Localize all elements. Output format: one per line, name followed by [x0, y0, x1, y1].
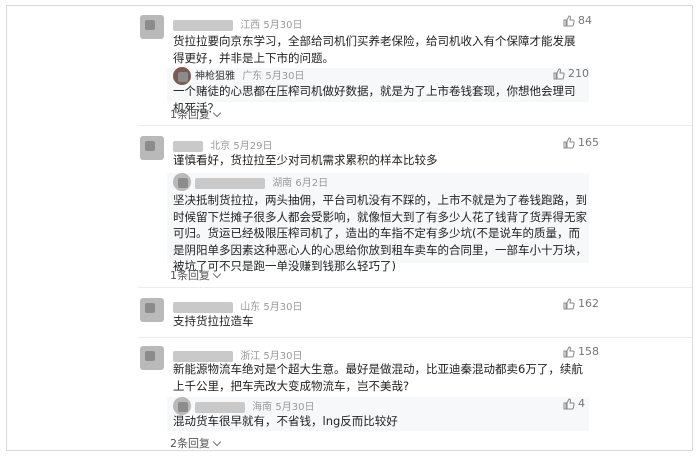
thumbs-up-icon: [563, 345, 575, 357]
divider: [138, 125, 692, 126]
reply-count: 1条回复: [170, 269, 210, 282]
like-count: 158: [578, 345, 599, 358]
comment-meta: x 浙江 5月30日: [173, 347, 302, 362]
date: 5月30日: [263, 20, 303, 31]
chevron-down-icon: [212, 108, 222, 118]
divider: [138, 287, 692, 288]
like-button[interactable]: 158: [563, 345, 599, 358]
location: 湖南: [272, 178, 293, 189]
date: 5月30日: [265, 71, 305, 82]
comment-text: 谨慎看好，货拉拉至少对司机需求累积的样本比较多: [173, 153, 438, 167]
chevron-down-icon: [212, 437, 222, 447]
reply-text: 一个赌徒的心思都在压榨司机做好数据，就是为了上市卷钱套现，你想他会理司机死活？: [173, 84, 576, 115]
date: 5月30日: [263, 302, 303, 313]
reply-meta: x 湖南 6月2日: [195, 174, 328, 189]
avatar[interactable]: [173, 173, 191, 191]
comment-section: x 江西 5月30日 84 货拉拉要向京东学习，全部给司机们买养老保险，给司机收…: [6, 5, 693, 451]
reply-text: 坚决抵制货拉拉，两头抽佣，平台司机没有不踩的，上市不就是为了卷钱跑路，到时候留下…: [173, 193, 587, 273]
like-count: 165: [578, 136, 599, 149]
location: 北京: [210, 141, 231, 152]
reply-meta: 神枪狙雅 广东 5月30日: [195, 67, 304, 82]
reply-meta: x 海南 5月30日: [195, 398, 314, 413]
reply-count: 1条回复: [170, 108, 210, 121]
comment-text: 支持货拉拉造车: [173, 314, 254, 328]
location: 广东: [242, 71, 263, 82]
avatar[interactable]: [140, 298, 164, 322]
chevron-down-icon: [212, 269, 222, 279]
comment-text: 货拉拉要向京东学习，全部给司机们买养老保险，给司机收入有个保障才能发展得更好，并…: [173, 34, 576, 65]
thumbs-up-icon: [563, 297, 575, 309]
like-count: 84: [578, 14, 592, 27]
expand-replies-button[interactable]: 1条回复: [170, 106, 222, 122]
comment-text: 新能源物流车绝对是个超大生意。最好是做混动，比亚迪秦混动都卖6万了，续航上千公里…: [173, 362, 583, 393]
location: 江西: [240, 20, 261, 31]
date: 5月29日: [233, 141, 273, 152]
avatar[interactable]: [140, 346, 164, 370]
username[interactable]: x: [195, 178, 265, 189]
avatar[interactable]: [140, 15, 164, 39]
avatar[interactable]: [140, 136, 164, 160]
like-button[interactable]: 4: [563, 397, 585, 410]
username[interactable]: x: [195, 402, 245, 413]
date: 6月2日: [295, 178, 329, 189]
like-count: 162: [578, 297, 599, 310]
comment-meta: x 江西 5月30日: [173, 16, 302, 31]
reply-count: 2条回复: [170, 437, 210, 450]
like-button[interactable]: 84: [563, 14, 592, 27]
like-button[interactable]: 210: [553, 67, 589, 80]
like-button[interactable]: 165: [563, 136, 599, 149]
thumbs-up-icon: [553, 67, 565, 79]
reply-text: 混动货车很早就有，不省钱，lng反而比较好: [173, 414, 398, 428]
username[interactable]: x: [173, 141, 203, 152]
username[interactable]: 神枪狙雅: [195, 67, 235, 82]
username[interactable]: x: [173, 20, 233, 31]
expand-replies-button[interactable]: 1条回复: [170, 267, 222, 283]
username[interactable]: x: [173, 302, 233, 313]
comment-meta: x 北京 5月29日: [173, 137, 272, 152]
thumbs-up-icon: [563, 14, 575, 26]
location: 海南: [252, 402, 273, 413]
like-count: 210: [568, 67, 589, 80]
comment-meta: x 山东 5月30日: [173, 298, 302, 313]
like-button[interactable]: 162: [563, 297, 599, 310]
divider: [138, 337, 692, 338]
expand-replies-button[interactable]: 2条回复: [170, 435, 222, 450]
date: 5月30日: [275, 402, 315, 413]
like-count: 4: [578, 397, 585, 410]
thumbs-up-icon: [563, 397, 575, 409]
location: 山东: [240, 302, 261, 313]
thumbs-up-icon: [563, 136, 575, 148]
